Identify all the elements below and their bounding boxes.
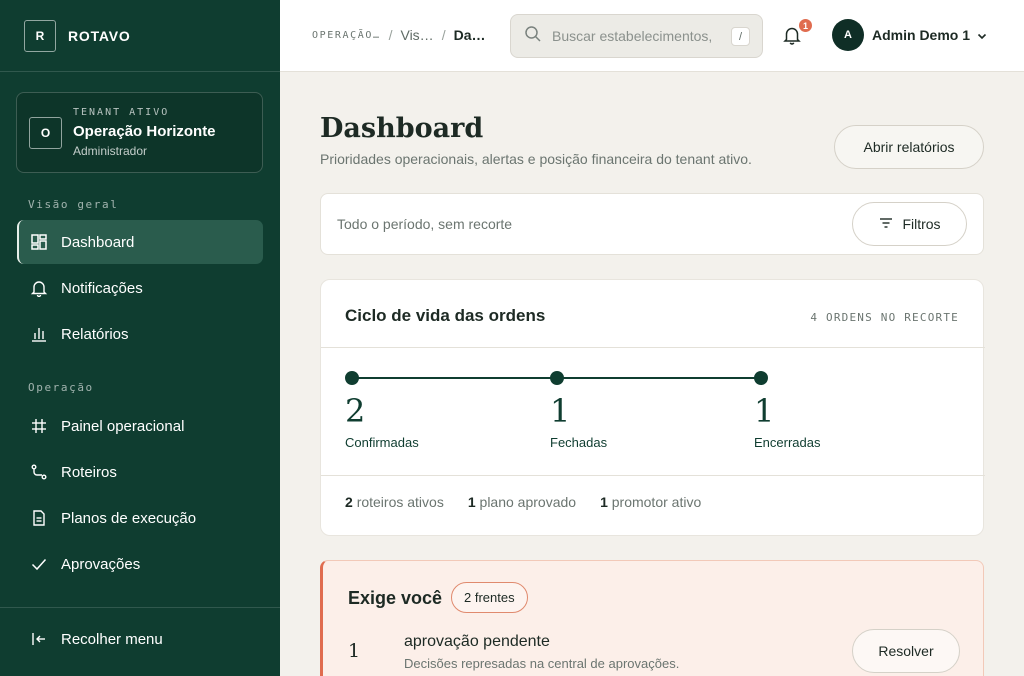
route-icon xyxy=(30,463,48,481)
bell-icon xyxy=(30,279,48,297)
stage-dot xyxy=(345,371,359,385)
tenant-logo: O xyxy=(29,117,62,149)
stage-label: Fechadas xyxy=(550,435,608,450)
grid-icon xyxy=(30,417,48,435)
stage-label: Encerradas xyxy=(754,435,821,450)
stage-value: 1 xyxy=(754,392,775,430)
notifications-button[interactable]: 1 xyxy=(782,18,813,45)
filter-summary: Todo o período, sem recorte xyxy=(337,216,513,232)
page-title: Dashboard xyxy=(320,113,484,144)
search-icon xyxy=(524,25,542,48)
sidebar-item-reports[interactable]: Relatórios xyxy=(17,312,263,356)
document-icon xyxy=(30,509,48,527)
section-label-overview: Visão geral xyxy=(28,198,119,211)
sidebar-item-label: Dashboard xyxy=(61,233,135,251)
attention-item-title: aprovação pendente xyxy=(404,633,550,650)
breadcrumb-separator: / xyxy=(388,27,393,43)
sidebar-item-label: Planos de execução xyxy=(61,509,197,527)
sidebar-item-execution-plans[interactable]: Planos de execução xyxy=(17,496,263,540)
stage-finished[interactable]: 1 Encerradas xyxy=(754,371,914,450)
breadcrumb: OPERAÇÃO… / Vis… / Da… xyxy=(312,27,485,43)
collapse-menu-label: Recolher menu xyxy=(61,630,163,648)
attention-title: Exige você xyxy=(348,588,443,608)
sidebar-item-label: Notificações xyxy=(61,279,143,297)
order-lifecycle-card: Ciclo de vida das ordens 4 ORDENS NO REC… xyxy=(320,279,985,536)
bell-icon xyxy=(782,27,802,49)
brand-logo: R xyxy=(24,19,56,52)
sidebar-item-label: Aprovações xyxy=(61,555,141,573)
user-name: Admin Demo 1 xyxy=(872,27,971,43)
topbar: OPERAÇÃO… / Vis… / Da… / 1 A Admin Demo … xyxy=(280,0,1024,72)
bar-chart-icon xyxy=(30,325,48,343)
stage-label: Confirmadas xyxy=(345,435,419,450)
attention-card: Exige você 2 frentes 1 aprovação pendent… xyxy=(320,560,984,676)
sidebar-item-notifications[interactable]: Notificações xyxy=(17,266,263,310)
dashboard-icon xyxy=(30,233,48,251)
lifecycle-stats: 2 roteiros ativos 1 plano aprovado 1 pro… xyxy=(345,494,725,510)
sidebar: R ROTAVO O TENANT ATIVO Operação Horizon… xyxy=(0,0,280,676)
section-label-operation: Operação xyxy=(28,381,94,394)
stat-active-routes: 2 roteiros ativos xyxy=(345,494,444,510)
collapse-icon xyxy=(30,630,48,648)
chevron-down-icon xyxy=(976,29,988,41)
card-divider xyxy=(321,347,985,348)
sidebar-footer: Recolher menu xyxy=(0,607,280,676)
search-shortcut-key: / xyxy=(731,27,750,46)
stage-value: 1 xyxy=(550,392,571,430)
stat-approved-plans: 1 plano aprovado xyxy=(467,494,577,510)
tenant-caption: TENANT ATIVO xyxy=(73,107,170,118)
stage-confirmed[interactable]: 2 Confirmadas xyxy=(345,371,505,450)
search-box[interactable]: / xyxy=(510,14,763,58)
attention-count-badge: 2 frentes xyxy=(451,582,528,613)
tenant-name: Operação Horizonte xyxy=(73,123,216,140)
stage-dot xyxy=(550,371,564,385)
user-menu[interactable]: A Admin Demo 1 xyxy=(832,19,988,51)
page-subtitle: Prioridades operacionais, alertas e posi… xyxy=(320,151,752,167)
card-divider xyxy=(321,475,985,476)
brand[interactable]: R ROTAVO xyxy=(0,0,280,72)
sidebar-item-dashboard[interactable]: Dashboard xyxy=(17,220,263,264)
stage-dot xyxy=(754,371,768,385)
search-input[interactable] xyxy=(552,28,717,44)
sidebar-item-label: Roteiros xyxy=(61,463,117,481)
tenant-role: Administrador xyxy=(73,144,148,158)
orders-count-meta: 4 ORDENS NO RECORTE xyxy=(810,311,959,324)
filters-button[interactable]: Filtros xyxy=(852,202,967,246)
filter-bar: Todo o período, sem recorte Filtros xyxy=(320,193,984,255)
resolve-button[interactable]: Resolver xyxy=(852,629,960,673)
breadcrumb-item-overview[interactable]: Vis… xyxy=(400,27,433,43)
tenant-switcher[interactable]: O TENANT ATIVO Operação Horizonte Admini… xyxy=(16,92,263,173)
card-title: Ciclo de vida das ordens xyxy=(345,306,546,325)
collapse-menu-button[interactable]: Recolher menu xyxy=(17,617,263,661)
check-icon xyxy=(30,555,48,573)
stage-closed[interactable]: 1 Fechadas xyxy=(550,371,710,450)
sidebar-item-label: Relatórios xyxy=(61,325,129,343)
filters-button-label: Filtros xyxy=(902,216,941,232)
sidebar-item-label: Painel operacional xyxy=(61,417,185,435)
breadcrumb-separator: / xyxy=(441,27,446,43)
stat-active-promoters: 1 promotor ativo xyxy=(600,494,702,510)
notifications-count-badge: 1 xyxy=(798,18,813,33)
brand-name: ROTAVO xyxy=(68,27,131,44)
stage-value: 2 xyxy=(345,392,366,430)
breadcrumb-item-current: Da… xyxy=(453,27,486,43)
sidebar-item-approvals[interactable]: Aprovações xyxy=(17,542,263,586)
attention-item-description: Decisões represadas na central de aprova… xyxy=(404,656,680,671)
filter-icon xyxy=(878,215,902,234)
sidebar-item-operational-panel[interactable]: Painel operacional xyxy=(17,404,263,448)
breadcrumb-item-operation[interactable]: OPERAÇÃO… xyxy=(312,30,381,41)
open-reports-button[interactable]: Abrir relatórios xyxy=(834,125,984,169)
sidebar-item-routes[interactable]: Roteiros xyxy=(17,450,263,494)
avatar: A xyxy=(832,19,864,51)
attention-item-count: 1 xyxy=(348,640,361,662)
